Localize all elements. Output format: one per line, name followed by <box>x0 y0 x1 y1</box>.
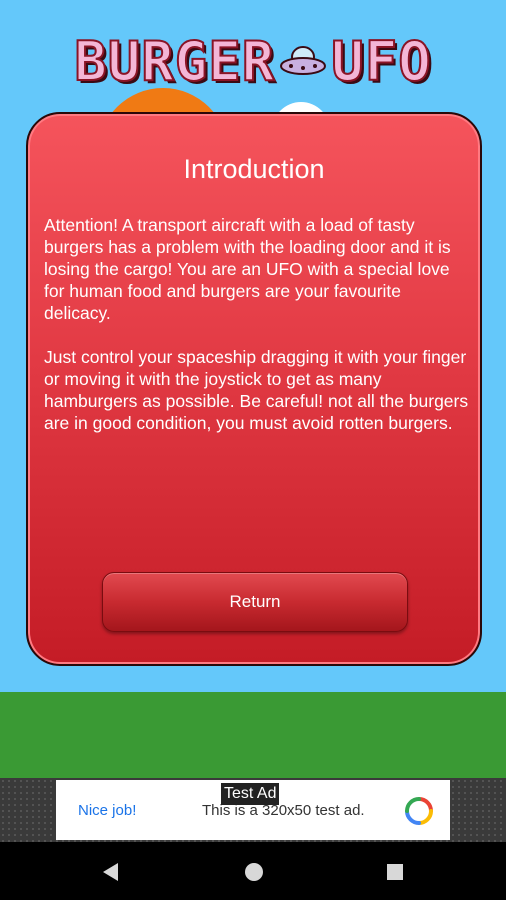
logo-word-burger: BURGER <box>73 29 276 94</box>
game-logo: BURGER UFO <box>0 29 506 94</box>
ad-nice-job-text: Nice job! <box>78 802 137 819</box>
dialog-body: Attention! A transport aircraft with a l… <box>44 214 472 456</box>
ufo-icon <box>280 46 327 75</box>
intro-paragraph-1: Attention! A transport aircraft with a l… <box>44 215 451 323</box>
intro-paragraph-2: Just control your spaceship dragging it … <box>44 347 469 433</box>
return-button[interactable]: Return <box>102 572 408 632</box>
introduction-dialog: Introduction Attention! A transport airc… <box>26 112 482 666</box>
test-ad-label: Test Ad <box>221 783 280 805</box>
dialog-title: Introduction <box>183 154 325 184</box>
grass-ground <box>0 692 506 778</box>
admob-logo-icon <box>405 797 433 825</box>
android-nav-bar <box>0 842 506 900</box>
logo-word-ufo: UFO <box>330 29 432 94</box>
back-triangle-icon[interactable] <box>100 861 122 883</box>
recents-square-icon[interactable] <box>384 861 406 883</box>
home-circle-icon[interactable] <box>243 861 265 883</box>
